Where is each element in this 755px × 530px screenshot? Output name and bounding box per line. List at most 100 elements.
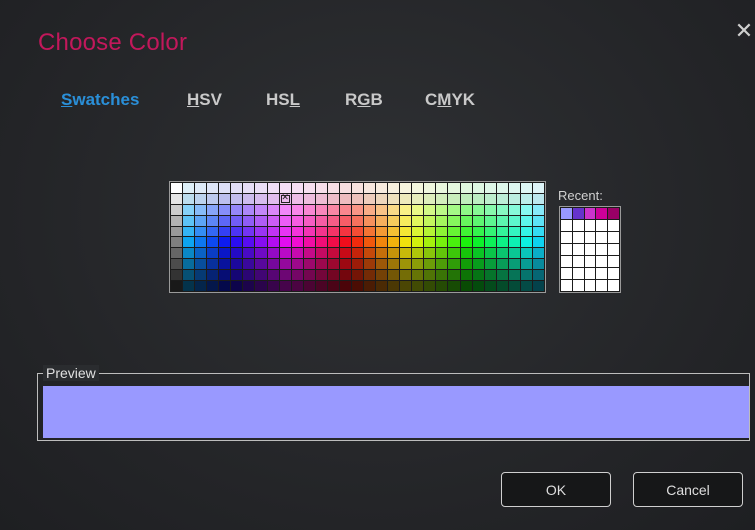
swatch-cell[interactable] xyxy=(255,248,267,259)
swatch-cell[interactable] xyxy=(496,193,508,204)
recent-swatch[interactable] xyxy=(561,256,572,267)
swatch-cell[interactable] xyxy=(195,281,207,291)
swatch-cell[interactable] xyxy=(243,193,255,204)
swatch-cell[interactable] xyxy=(400,204,412,215)
swatch-cell[interactable] xyxy=(460,270,472,281)
swatch-cell[interactable] xyxy=(267,248,279,259)
swatch-cell[interactable] xyxy=(303,204,315,215)
swatch-cell[interactable] xyxy=(412,237,424,248)
swatch-cell[interactable] xyxy=(171,248,183,259)
swatch-cell[interactable] xyxy=(448,237,460,248)
swatch-cell[interactable] xyxy=(207,248,219,259)
swatch-cell[interactable] xyxy=(496,226,508,237)
swatch-cell[interactable] xyxy=(339,270,351,281)
swatch-cell[interactable] xyxy=(364,204,376,215)
swatch-cell[interactable] xyxy=(424,226,436,237)
swatch-cell[interactable] xyxy=(219,270,231,281)
swatch-cell[interactable] xyxy=(388,215,400,226)
swatch-cell[interactable] xyxy=(388,183,400,193)
recent-swatch[interactable] xyxy=(608,256,619,267)
swatch-cell[interactable] xyxy=(376,237,388,248)
recent-swatch[interactable] xyxy=(572,232,584,243)
swatch-cell[interactable] xyxy=(267,204,279,215)
swatch-cell[interactable] xyxy=(303,248,315,259)
swatch-cell[interactable] xyxy=(412,204,424,215)
swatch-cell[interactable] xyxy=(231,281,243,291)
swatch-cell[interactable] xyxy=(520,215,532,226)
swatch-cell[interactable] xyxy=(388,237,400,248)
swatch-cell[interactable] xyxy=(231,215,243,226)
swatch-cell[interactable] xyxy=(351,248,364,259)
swatch-cell[interactable] xyxy=(436,183,448,193)
swatch-cell[interactable] xyxy=(412,226,424,237)
swatch-cell[interactable] xyxy=(207,183,219,193)
swatch-cell[interactable] xyxy=(231,248,243,259)
recent-swatch[interactable] xyxy=(561,244,572,255)
swatch-cell[interactable] xyxy=(315,248,327,259)
swatch-cell[interactable] xyxy=(183,183,195,193)
swatch-cell[interactable] xyxy=(315,270,327,281)
swatch-cell[interactable] xyxy=(520,259,532,270)
swatch-cell[interactable] xyxy=(460,226,472,237)
swatch-cell[interactable] xyxy=(364,183,376,193)
swatch-cell[interactable] xyxy=(436,248,448,259)
tab-hsl[interactable]: HSL xyxy=(266,90,300,110)
swatch-cell[interactable] xyxy=(508,193,520,204)
swatch-cell[interactable] xyxy=(171,226,183,237)
swatch-cell[interactable] xyxy=(400,281,412,291)
swatch-cell[interactable] xyxy=(364,270,376,281)
swatch-cell[interactable] xyxy=(339,215,351,226)
swatch-cell[interactable] xyxy=(508,237,520,248)
swatch-cell[interactable] xyxy=(351,204,364,215)
swatch-cell[interactable] xyxy=(448,183,460,193)
swatch-cell[interactable] xyxy=(351,183,364,193)
swatch-cell[interactable] xyxy=(472,270,484,281)
swatch-cell[interactable] xyxy=(484,270,496,281)
swatch-cell[interactable] xyxy=(183,226,195,237)
swatch-cell[interactable] xyxy=(327,215,339,226)
recent-swatch[interactable] xyxy=(572,220,584,231)
swatch-cell[interactable] xyxy=(183,193,195,204)
swatch-cell[interactable] xyxy=(496,237,508,248)
tab-swatches[interactable]: Swatches xyxy=(61,90,139,110)
swatch-cell[interactable] xyxy=(171,193,183,204)
swatch-cell[interactable] xyxy=(291,204,303,215)
swatch-cell[interactable] xyxy=(267,215,279,226)
swatch-cell[interactable] xyxy=(231,226,243,237)
swatch-cell[interactable] xyxy=(327,193,339,204)
swatch-cell[interactable] xyxy=(508,281,520,291)
swatch-cell[interactable] xyxy=(400,237,412,248)
swatch-cell[interactable] xyxy=(460,281,472,291)
swatch-cell[interactable] xyxy=(436,226,448,237)
swatch-cell[interactable] xyxy=(364,259,376,270)
swatch-cell[interactable] xyxy=(472,183,484,193)
swatch-cell[interactable] xyxy=(195,259,207,270)
swatch-cell[interactable] xyxy=(327,281,339,291)
swatch-cell[interactable] xyxy=(472,248,484,259)
swatch-cell[interactable] xyxy=(243,204,255,215)
swatch-cell[interactable] xyxy=(291,237,303,248)
tab-cmyk[interactable]: CMYK xyxy=(425,90,475,110)
swatch-cell[interactable] xyxy=(388,259,400,270)
swatch-cell[interactable] xyxy=(424,281,436,291)
swatch-cell[interactable] xyxy=(171,204,183,215)
swatch-cell[interactable] xyxy=(412,193,424,204)
swatch-cell[interactable] xyxy=(195,248,207,259)
swatch-cell[interactable] xyxy=(183,281,195,291)
swatch-cell[interactable] xyxy=(496,183,508,193)
recent-swatch[interactable] xyxy=(596,232,608,243)
recent-swatch[interactable] xyxy=(584,256,596,267)
swatch-cell[interactable] xyxy=(219,204,231,215)
swatch-cell[interactable] xyxy=(255,270,267,281)
swatch-cell[interactable] xyxy=(195,183,207,193)
swatch-cell[interactable] xyxy=(171,183,183,193)
swatch-cell[interactable] xyxy=(303,193,315,204)
swatch-cell[interactable] xyxy=(279,281,291,291)
swatch-cell[interactable] xyxy=(303,281,315,291)
swatch-cell[interactable] xyxy=(472,215,484,226)
swatch-cell[interactable] xyxy=(303,237,315,248)
swatch-cell[interactable] xyxy=(303,259,315,270)
swatch-cell[interactable] xyxy=(327,237,339,248)
swatch-cell[interactable] xyxy=(412,215,424,226)
swatch-cell[interactable] xyxy=(243,183,255,193)
